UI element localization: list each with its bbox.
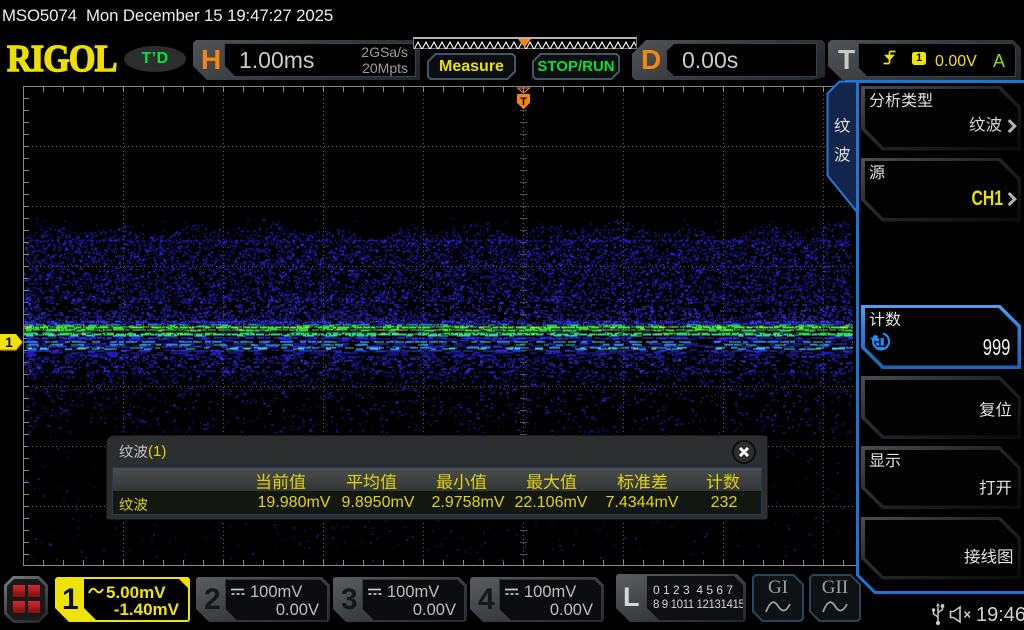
svg-text:T: T xyxy=(520,96,527,108)
svg-text:1: 1 xyxy=(5,335,13,350)
